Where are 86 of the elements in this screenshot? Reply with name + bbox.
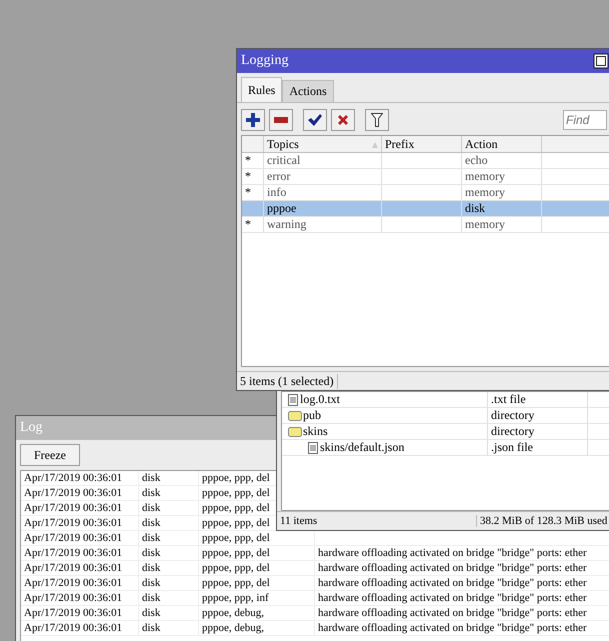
log-time: Apr/17/2019 00:36:01 (21, 531, 139, 545)
filter-icon (371, 113, 383, 127)
check-icon (308, 114, 322, 126)
status-text: 11 items (277, 515, 477, 527)
rule-row[interactable]: * critical echo (242, 153, 609, 169)
search-field[interactable]: Find (563, 110, 607, 130)
file-name[interactable]: skins/default.json (282, 440, 488, 455)
file-name[interactable]: skins (282, 424, 488, 439)
file-type: directory (488, 408, 588, 423)
filter-button[interactable] (365, 109, 389, 131)
action-cell: memory (462, 217, 542, 232)
topics-cell: critical (264, 153, 382, 168)
file-name[interactable]: pub (282, 408, 488, 423)
log-buffer: disk (139, 606, 199, 620)
log-time: Apr/17/2019 00:36:01 (21, 576, 139, 590)
cross-button[interactable] (331, 109, 355, 131)
file-type: .txt file (488, 392, 588, 407)
column-header[interactable]: Prefix (382, 136, 462, 152)
column-header[interactable]: Topics (264, 136, 382, 152)
action-cell: disk (462, 201, 542, 216)
window-title: Logging (237, 49, 609, 73)
flag-cell: * (242, 217, 264, 232)
freeze-button[interactable]: Freeze (20, 444, 80, 466)
log-buffer: disk (139, 471, 199, 485)
log-topics: pppoe, debug, (199, 621, 315, 635)
topics-cell: error (264, 169, 382, 184)
log-buffer: disk (139, 501, 199, 515)
log-time: Apr/17/2019 00:36:01 (21, 621, 139, 635)
log-buffer: disk (139, 486, 199, 500)
log-time: Apr/17/2019 00:36:01 (21, 486, 139, 500)
log-topics: pppoe, ppp, del (199, 576, 315, 590)
log-time: Apr/17/2019 00:36:01 (21, 546, 139, 560)
minus-icon (274, 117, 288, 123)
log-buffer: disk (139, 576, 199, 590)
flag-cell: * (242, 153, 264, 168)
log-topics: pppoe, debug, (199, 606, 315, 620)
action-cell: echo (462, 153, 542, 168)
log-time: Apr/17/2019 00:36:01 (21, 471, 139, 485)
log-topics: pppoe, ppp, del (199, 546, 315, 560)
rule-row[interactable]: pppoe disk (242, 201, 609, 217)
log-buffer: disk (139, 561, 199, 575)
log-buffer: disk (139, 546, 199, 560)
flag-cell: * (242, 185, 264, 200)
folder-icon (288, 410, 302, 420)
status-text: 38.2 MiB of 128.3 MiB used (477, 515, 609, 527)
topics-cell: pppoe (264, 201, 382, 216)
rule-row[interactable]: * warning memory (242, 217, 609, 233)
topics-cell: info (264, 185, 382, 200)
log-message: hardware offloading activated on bridge "bridge" ports: ether (315, 621, 609, 635)
log-message: hardware offloading activated on bridge "bridge" ports: ether (315, 591, 609, 605)
plus-icon (246, 113, 260, 127)
log-message: hardware offloading activated on bridge "bridge" ports: ether (315, 546, 609, 560)
log-buffer: disk (139, 621, 199, 635)
log-time: Apr/17/2019 00:36:01 (21, 561, 139, 575)
log-time: Apr/17/2019 00:36:01 (21, 501, 139, 515)
file-name[interactable]: log.0.txt (282, 392, 488, 407)
folder-icon (288, 426, 302, 436)
log-buffer: disk (139, 591, 199, 605)
tab[interactable]: Rules (241, 77, 282, 102)
topics-cell: warning (264, 217, 382, 232)
flag-cell: * (242, 169, 264, 184)
log-message: hardware offloading activated on bridge "bridge" ports: ether (315, 576, 609, 590)
log-topics: pppoe, ppp, inf (199, 591, 315, 605)
file-type: directory (488, 424, 588, 439)
status-text: 5 items (1 selected) (237, 374, 338, 388)
column-header[interactable]: Action (462, 136, 542, 152)
maximize-icon[interactable] (593, 53, 609, 69)
sort-icon (372, 142, 378, 148)
minus-button[interactable] (269, 109, 293, 131)
log-message: hardware offloading activated on bridge "bridge" ports: ether (315, 561, 609, 575)
tab[interactable]: Actions (282, 80, 334, 102)
plus-button[interactable] (241, 109, 265, 131)
action-cell: memory (462, 185, 542, 200)
log-message: hardware offloading activated on bridge "bridge" ports: ether (315, 606, 609, 620)
log-buffer: disk (139, 516, 199, 530)
cross-icon (337, 114, 349, 126)
log-time: Apr/17/2019 00:36:01 (21, 516, 139, 530)
log-time: Apr/17/2019 00:36:01 (21, 591, 139, 605)
log-time: Apr/17/2019 00:36:01 (21, 606, 139, 620)
rule-row[interactable]: * error memory (242, 169, 609, 185)
log-buffer: disk (139, 531, 199, 545)
check-button[interactable] (303, 109, 327, 131)
log-topics: pppoe, ppp, del (199, 561, 315, 575)
file-type: .json file (488, 440, 588, 455)
action-cell: memory (462, 169, 542, 184)
rule-row[interactable]: * info memory (242, 185, 609, 201)
